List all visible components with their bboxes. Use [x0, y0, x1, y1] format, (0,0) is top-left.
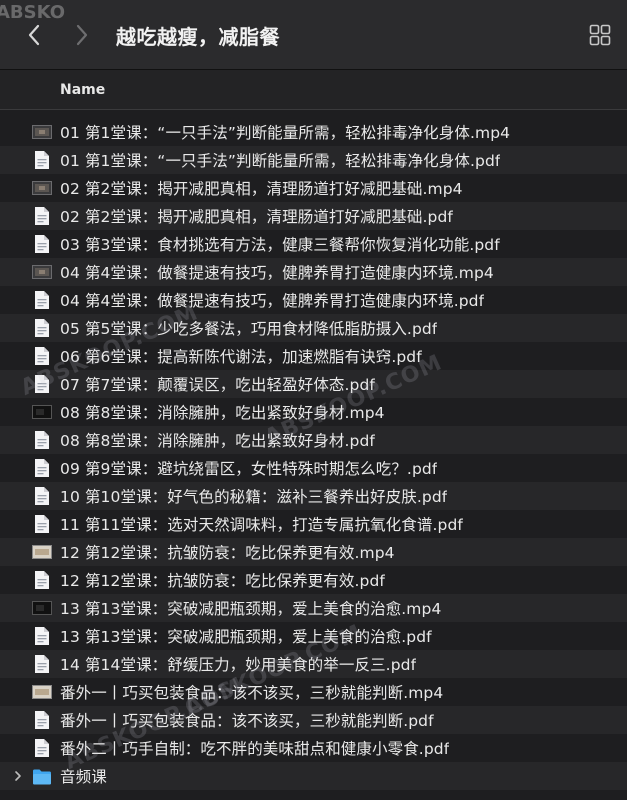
pdf-file-icon [32, 485, 52, 507]
pdf-file-icon [32, 149, 52, 171]
forward-button[interactable] [70, 22, 94, 48]
pdf-file-icon [32, 233, 52, 255]
file-name: 番外一丨巧买包装食品：该不该买，三秒就能判断.pdf [60, 712, 434, 730]
file-row[interactable]: 12 第12堂课：抗皱防衰：吃比保养更有效.mp4 [0, 538, 627, 566]
file-name: 06 第6堂课：提高新陈代谢法，加速燃脂有诀窍.pdf [60, 348, 422, 366]
video-file-icon [32, 597, 52, 619]
file-row[interactable]: 14 第14堂课：舒缓压力，妙用美食的举一反三.pdf [0, 650, 627, 678]
file-name: 05 第5堂课：少吃多餐法，巧用食材降低脂肪摄入.pdf [60, 320, 438, 338]
video-file-icon [32, 177, 52, 199]
disclosure-chevron-icon[interactable] [14, 762, 22, 790]
file-name: 02 第2堂课：揭开减肥真相，清理肠道打好减肥基础.pdf [60, 208, 453, 226]
file-row[interactable]: 05 第5堂课：少吃多餐法，巧用食材降低脂肪摄入.pdf [0, 314, 627, 342]
file-row[interactable]: 01 第1堂课：“一只手法”判断能量所需，轻松排毒净化身体.pdf [0, 146, 627, 174]
file-name: 02 第2堂课：揭开减肥真相，清理肠道打好减肥基础.mp4 [60, 180, 463, 198]
pdf-file-icon [32, 737, 52, 759]
file-row[interactable]: 11 第11堂课：选对天然调味料，打造专属抗氧化食谱.pdf [0, 510, 627, 538]
file-name: 番外一丨巧买包装食品：该不该买，三秒就能判断.mp4 [60, 684, 444, 702]
pdf-file-icon [32, 653, 52, 675]
file-name: 01 第1堂课：“一只手法”判断能量所需，轻松排毒净化身体.mp4 [60, 124, 511, 142]
folder-icon [32, 765, 52, 787]
file-list: 01 第1堂课：“一只手法”判断能量所需，轻松排毒净化身体.mp4 01 第1堂课… [0, 118, 627, 790]
pdf-file-icon [32, 429, 52, 451]
video-file-icon [32, 121, 52, 143]
file-row[interactable]: 番外一丨巧买包装食品：该不该买，三秒就能判断.pdf [0, 706, 627, 734]
chevron-right-icon [76, 24, 88, 46]
file-row[interactable]: 12 第12堂课：抗皱防衰：吃比保养更有效.pdf [0, 566, 627, 594]
file-row[interactable]: 06 第6堂课：提高新陈代谢法，加速燃脂有诀窍.pdf [0, 342, 627, 370]
file-row[interactable]: 番外一丨巧买包装食品：该不该买，三秒就能判断.mp4 [0, 678, 627, 706]
file-row[interactable]: 番外二丨巧手自制：吃不胖的美味甜点和健康小零食.pdf [0, 734, 627, 762]
file-name: 04 第4堂课：做餐提速有技巧，健脾养胃打造健康内环境.pdf [60, 292, 485, 310]
window-title: 越吃越瘦，减脂餐 [116, 25, 280, 49]
file-row[interactable]: 07 第7堂课：颠覆误区，吃出轻盈好体态.pdf [0, 370, 627, 398]
pdf-file-icon [32, 373, 52, 395]
file-row[interactable]: 10 第10堂课：好气色的秘籍：滋补三餐养出好皮肤.pdf [0, 482, 627, 510]
file-row[interactable]: 04 第4堂课：做餐提速有技巧，健脾养胃打造健康内环境.pdf [0, 286, 627, 314]
column-header-name[interactable]: Name [60, 82, 105, 98]
video-file-icon [32, 681, 52, 703]
video-file-icon [32, 541, 52, 563]
file-row[interactable]: 08 第8堂课：消除臃肿，吃出紧致好身材.pdf [0, 426, 627, 454]
watermark-corner: ABSKO [0, 2, 66, 23]
file-row[interactable]: 13 第13堂课：突破减肥瓶颈期，爱上美食的治愈.mp4 [0, 594, 627, 622]
grid-view-button[interactable] [587, 22, 613, 48]
file-row[interactable]: 01 第1堂课：“一只手法”判断能量所需，轻松排毒净化身体.mp4 [0, 118, 627, 146]
file-name: 番外二丨巧手自制：吃不胖的美味甜点和健康小零食.pdf [60, 740, 450, 758]
file-row[interactable]: 13 第13堂课：突破减肥瓶颈期，爱上美食的治愈.pdf [0, 622, 627, 650]
pdf-file-icon [32, 569, 52, 591]
file-name: 13 第13堂课：突破减肥瓶颈期，爱上美食的治愈.mp4 [60, 600, 442, 618]
video-file-icon [32, 401, 52, 423]
file-row[interactable]: 02 第2堂课：揭开减肥真相，清理肠道打好减肥基础.mp4 [0, 174, 627, 202]
file-row[interactable]: 09 第9堂课：避坑绕雷区，女性特殊时期怎么吃？.pdf [0, 454, 627, 482]
file-name: 04 第4堂课：做餐提速有技巧，健脾养胃打造健康内环境.mp4 [60, 264, 494, 282]
chevron-left-icon [28, 24, 40, 46]
file-name: 音频课 [60, 768, 107, 786]
file-name: 11 第11堂课：选对天然调味料，打造专属抗氧化食谱.pdf [60, 516, 463, 534]
file-name: 09 第9堂课：避坑绕雷区，女性特殊时期怎么吃？.pdf [60, 460, 438, 478]
file-row[interactable]: 02 第2堂课：揭开减肥真相，清理肠道打好减肥基础.pdf [0, 202, 627, 230]
pdf-file-icon [32, 317, 52, 339]
pdf-file-icon [32, 457, 52, 479]
file-name: 14 第14堂课：舒缓压力，妙用美食的举一反三.pdf [60, 656, 417, 674]
pdf-file-icon [32, 205, 52, 227]
back-button[interactable] [22, 22, 46, 48]
folder-row[interactable]: 音频课 [0, 762, 627, 790]
file-name: 08 第8堂课：消除臃肿，吃出紧致好身材.mp4 [60, 404, 385, 422]
file-name: 01 第1堂课：“一只手法”判断能量所需，轻松排毒净化身体.pdf [60, 152, 501, 170]
pdf-file-icon [32, 625, 52, 647]
pdf-file-icon [32, 289, 52, 311]
video-file-icon [32, 261, 52, 283]
file-row[interactable]: 03 第3堂课：食材挑选有方法，健康三餐帮你恢复消化功能.pdf [0, 230, 627, 258]
file-name: 03 第3堂课：食材挑选有方法，健康三餐帮你恢复消化功能.pdf [60, 236, 500, 254]
file-name: 08 第8堂课：消除臃肿，吃出紧致好身材.pdf [60, 432, 375, 450]
file-name: 07 第7堂课：颠覆误区，吃出轻盈好体态.pdf [60, 376, 375, 394]
file-name: 10 第10堂课：好气色的秘籍：滋补三餐养出好皮肤.pdf [60, 488, 448, 506]
pdf-file-icon [32, 345, 52, 367]
finder-toolbar: 越吃越瘦，减脂餐 [0, 0, 627, 70]
file-name: 13 第13堂课：突破减肥瓶颈期，爱上美食的治愈.pdf [60, 628, 432, 646]
file-row[interactable]: 04 第4堂课：做餐提速有技巧，健脾养胃打造健康内环境.mp4 [0, 258, 627, 286]
column-header: Name [0, 70, 627, 110]
file-name: 12 第12堂课：抗皱防衰：吃比保养更有效.pdf [60, 572, 385, 590]
file-name: 12 第12堂课：抗皱防衰：吃比保养更有效.mp4 [60, 544, 395, 562]
pdf-file-icon [32, 709, 52, 731]
pdf-file-icon [32, 513, 52, 535]
grid-view-icon [589, 24, 611, 46]
file-row[interactable]: 08 第8堂课：消除臃肿，吃出紧致好身材.mp4 [0, 398, 627, 426]
